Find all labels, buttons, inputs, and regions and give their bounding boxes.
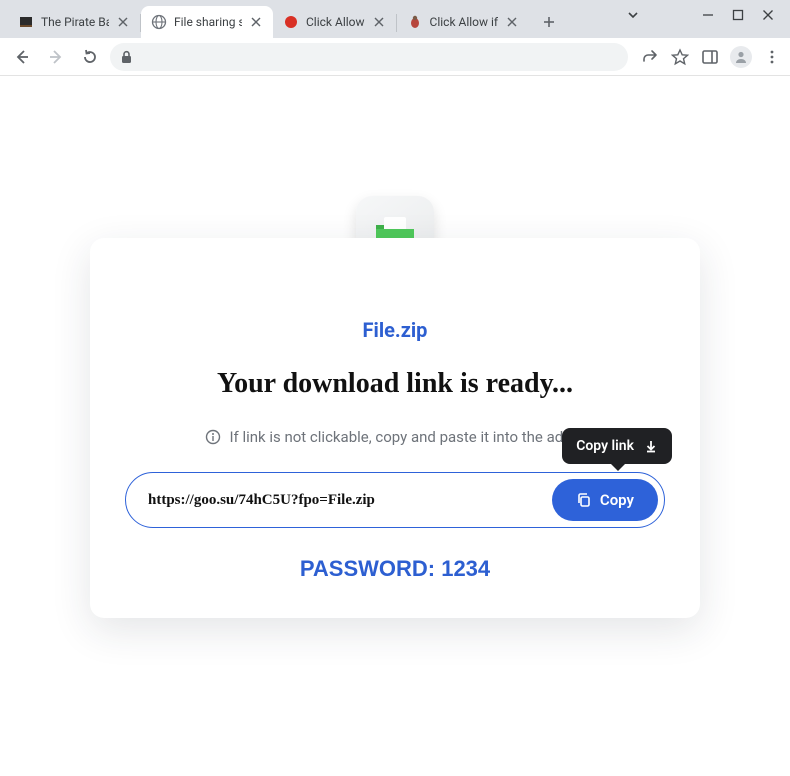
red-dot-icon [283,14,299,30]
tab-file-sharing[interactable]: File sharing se [141,6,273,38]
info-icon [205,429,221,445]
forward-button[interactable] [42,43,70,71]
window-controls [686,0,790,30]
link-row: https://goo.su/74hC5U?fpo=File.zip Copy [125,472,665,528]
side-panel-icon[interactable] [700,47,720,67]
password-label: PASSWORD: 1234 [125,556,665,582]
download-link[interactable]: https://goo.su/74hC5U?fpo=File.zip [148,492,540,509]
chevron-down-icon[interactable] [626,8,640,22]
tab-pirate-bay[interactable]: The Pirate Bay [8,6,140,38]
new-tab-button[interactable] [535,8,563,36]
tab-title: The Pirate Bay [41,15,109,29]
browser-toolbar [0,38,790,76]
bookmark-icon[interactable] [670,47,690,67]
ship-icon [18,14,34,30]
tab-title: Click Allow [306,15,365,29]
copy-icon [576,492,592,508]
address-bar[interactable] [110,43,628,71]
tab-click-allow-2[interactable]: Click Allow if y [397,6,529,38]
profile-avatar[interactable] [730,46,752,68]
close-window-button[interactable] [762,9,774,21]
tab-click-allow-1[interactable]: Click Allow [273,6,396,38]
minimize-button[interactable] [702,9,714,21]
lock-icon [120,50,133,64]
close-icon[interactable] [505,15,519,29]
close-icon[interactable] [249,15,263,29]
copy-button[interactable]: Copy [552,479,658,521]
download-arrow-icon [644,439,658,453]
tab-title: Click Allow if y [430,15,498,29]
close-icon[interactable] [372,15,386,29]
maximize-button[interactable] [732,9,744,21]
back-button[interactable] [8,43,36,71]
reload-button[interactable] [76,43,104,71]
globe-icon [151,14,167,30]
download-card: File.zip Your download link is ready... … [90,238,700,618]
card-heading: Your download link is ready... [125,368,665,400]
browser-titlebar: The Pirate Bay File sharing se Click All… [0,0,790,38]
close-icon[interactable] [116,15,130,29]
file-name: File.zip [125,318,665,342]
copy-tooltip: Copy link [562,428,672,464]
menu-icon[interactable] [762,47,782,67]
page-content: PC risk.com File.zip Your download link … [0,76,790,776]
tab-title: File sharing se [174,15,242,29]
share-icon[interactable] [640,47,660,67]
bug-icon [407,14,423,30]
